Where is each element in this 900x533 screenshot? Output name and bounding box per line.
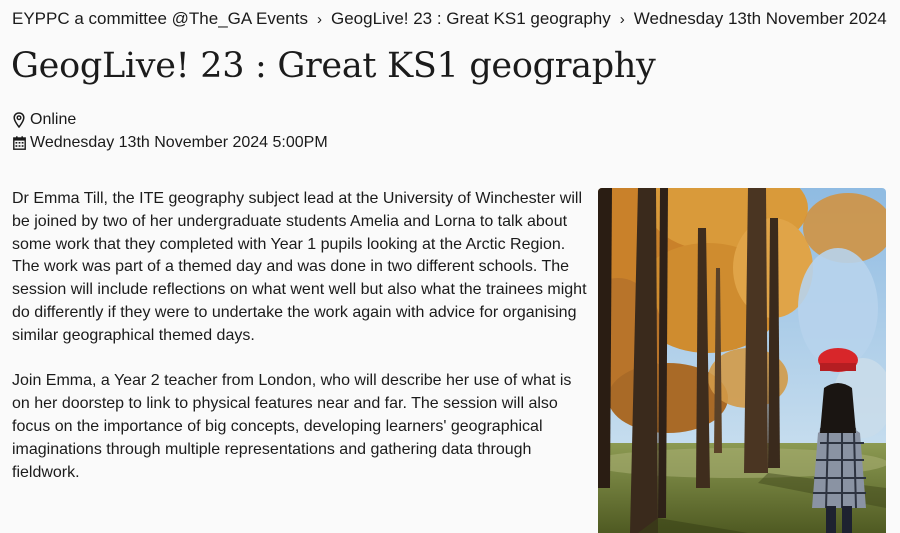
event-image	[598, 188, 886, 533]
breadcrumb-item-events[interactable]: EYPPC a committee @The_GA Events	[12, 9, 308, 28]
event-location: Online	[12, 111, 76, 129]
location-text: Online	[30, 111, 77, 128]
event-page: EYPPC a committee @The_GA Events › GeogLiv…	[0, 0, 900, 533]
calendar-icon	[12, 135, 26, 151]
breadcrumb-item-date[interactable]: Wednesday 13th November 2024	[634, 9, 887, 28]
description-paragraph: Join Emma, a Year 2 teacher from London,…	[12, 372, 572, 481]
breadcrumb-item-event[interactable]: GeogLive! 23 : Great KS1 geography	[331, 9, 611, 28]
date-text: Wednesday 13th November 2024 5:00PM	[30, 134, 328, 151]
page-title: GeogLive! 23 : Great KS1 geography	[11, 46, 656, 86]
event-date: Wednesday 13th November 2024 5:00PM	[12, 134, 328, 152]
map-pin-icon	[12, 112, 26, 128]
breadcrumb-separator-icon: ›	[317, 11, 322, 28]
description-paragraph: Dr Emma Till, the ITE geography subject …	[12, 190, 587, 344]
breadcrumb: EYPPC a committee @The_GA Events › GeogLiv…	[12, 9, 887, 29]
event-description: Dr Emma Till, the ITE geography subject …	[12, 188, 587, 507]
breadcrumb-separator-icon: ›	[619, 11, 625, 28]
